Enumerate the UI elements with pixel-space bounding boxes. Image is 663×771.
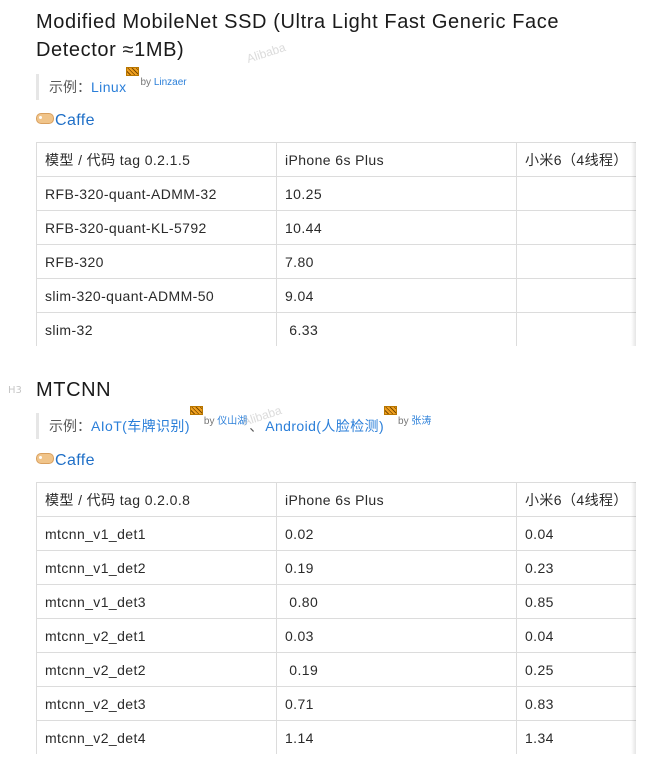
table-row: slim-320-quant-ADMM-50 9.04 — [36, 278, 636, 313]
framework-label: Caffe — [55, 452, 95, 469]
section-heading-mtcnn: MTCNN — [36, 379, 112, 401]
table-header-row: 模型 / 代码 tag 0.2.0.8 iPhone 6s Plus 小米6（4线程… — [36, 482, 636, 517]
example-attribution: by 张涛 — [384, 406, 431, 427]
table-header-cell: 模型 / 代码 tag 0.2.0.8 — [36, 482, 277, 517]
framework-label: Caffe — [55, 112, 95, 129]
table-header-cell: 小米6（4线程） — [516, 142, 636, 177]
tag-icon — [36, 113, 54, 124]
framework-title-caffe-1: Caffe — [36, 111, 95, 131]
table-cell: 0.23 — [516, 550, 636, 585]
table-cell: 7.80 — [276, 244, 517, 279]
tag-icon — [36, 453, 54, 464]
table-cell: 0.25 — [516, 652, 636, 687]
table-cell: mtcnn_v2_det1 — [36, 618, 277, 653]
table-cell: mtcnn_v1_det1 — [36, 516, 277, 551]
table-cell: 0.03 — [276, 618, 517, 653]
table-cell: 6.33 — [276, 312, 517, 346]
table-cell — [516, 176, 636, 211]
table-cell: 0.04 — [516, 516, 636, 551]
table-cell: RFB-320-quant-ADMM-32 — [36, 176, 277, 211]
table-cell: 0.02 — [276, 516, 517, 551]
author-link-1[interactable]: 仪山湖 — [217, 416, 247, 427]
by-label: by — [140, 77, 152, 88]
badge-icon — [126, 67, 140, 76]
table-row: mtcnn_v2_det3 0.71 0.83 — [36, 686, 636, 721]
badge-icon — [189, 406, 203, 415]
table-row: mtcnn_v2_det4 1.14 1.34 — [36, 720, 636, 754]
table-header-cell: iPhone 6s Plus — [276, 482, 517, 517]
table-cell: RFB-320 — [36, 244, 277, 279]
table-cell: 0.04 — [516, 618, 636, 653]
example-prefix: 示例： — [49, 79, 91, 95]
author-link-linzaer[interactable]: Linzaer — [154, 77, 187, 88]
table-cell: slim-320-quant-ADMM-50 — [36, 278, 277, 313]
table-cell — [516, 278, 636, 313]
example-attribution: by Linzaer — [126, 67, 187, 88]
table-cell: RFB-320-quant-KL-5792 — [36, 210, 277, 245]
heading-level-marker: H3 — [8, 385, 22, 396]
table-cell: 0.80 — [276, 584, 517, 619]
section-heading-row-mtcnn: H3 MTCNN — [0, 376, 663, 404]
table-cell: mtcnn_v1_det2 — [36, 550, 277, 585]
table-cell: 0.85 — [516, 584, 636, 619]
benchmark-table-2: 模型 / 代码 tag 0.2.0.8 iPhone 6s Plus 小米6（4线程… — [36, 482, 636, 754]
table-header-row: 模型 / 代码 tag 0.2.1.5 iPhone 6s Plus 小米6（4线程… — [36, 142, 636, 177]
table-cell: mtcnn_v2_det2 — [36, 652, 277, 687]
table-row: mtcnn_v1_det3 0.80 0.85 — [36, 584, 636, 619]
by-label: by — [398, 416, 409, 427]
table-row: mtcnn_v1_det2 0.19 0.23 — [36, 550, 636, 585]
by-label: by — [203, 416, 215, 427]
section-heading-mobilenet-ssd: Modified MobileNet SSD (Ultra Light Fast… — [36, 11, 560, 61]
table-header-cell: 小米6（4线程） — [516, 482, 636, 517]
example-attribution: by 仪山湖 — [189, 406, 247, 427]
table-cell — [516, 210, 636, 245]
table-cell — [516, 244, 636, 279]
table-cell: 0.19 — [276, 550, 517, 585]
benchmark-table-1: 模型 / 代码 tag 0.2.1.5 iPhone 6s Plus 小米6（4线程… — [36, 142, 636, 346]
table-cell: slim-32 — [36, 312, 277, 346]
table-row: RFB-320-quant-KL-5792 10.44 — [36, 210, 636, 245]
table-cell: 9.04 — [276, 278, 517, 313]
table-row: RFB-320 7.80 — [36, 244, 636, 279]
table-cell: 1.34 — [516, 720, 636, 754]
table-cell: 0.83 — [516, 686, 636, 721]
table-cell — [516, 312, 636, 346]
table-cell: 10.44 — [276, 210, 517, 245]
table-cell: mtcnn_v1_det3 — [36, 584, 277, 619]
framework-title-caffe-2: Caffe — [36, 451, 95, 471]
example-link-aiot[interactable]: AIoT(车牌识别) — [91, 418, 190, 434]
table-cell: 0.71 — [276, 686, 517, 721]
table-cell: 0.19 — [276, 652, 517, 687]
table-cell: 1.14 — [276, 720, 517, 754]
badge-icon — [384, 406, 398, 415]
table-cell: 10.25 — [276, 176, 517, 211]
example-prefix: 示例： — [49, 418, 91, 434]
table-row: RFB-320-quant-ADMM-32 10.25 — [36, 176, 636, 211]
example-link-linux[interactable]: Linux — [91, 79, 126, 95]
author-link-2[interactable]: 张涛 — [411, 416, 431, 427]
example-link-android[interactable]: Android(人脸检测) — [265, 418, 384, 434]
table-cell: mtcnn_v2_det4 — [36, 720, 277, 754]
table-header-cell: 模型 / 代码 tag 0.2.1.5 — [36, 142, 277, 177]
examples-quote-2: 示例：AIoT(车牌识别) by 仪山湖、 Android(人脸检测) by 张涛 — [36, 406, 431, 439]
table-cell: mtcnn_v2_det3 — [36, 686, 277, 721]
table-row: mtcnn_v2_det2 0.19 0.25 — [36, 652, 636, 687]
separator: 、 — [249, 418, 264, 434]
table-header-cell: iPhone 6s Plus — [276, 142, 517, 177]
table-row: slim-32 6.33 — [36, 312, 636, 346]
table-row: mtcnn_v2_det1 0.03 0.04 — [36, 618, 636, 653]
table-row: mtcnn_v1_det1 0.02 0.04 — [36, 516, 636, 551]
examples-quote-1: 示例：Linux by Linzaer — [36, 67, 187, 100]
